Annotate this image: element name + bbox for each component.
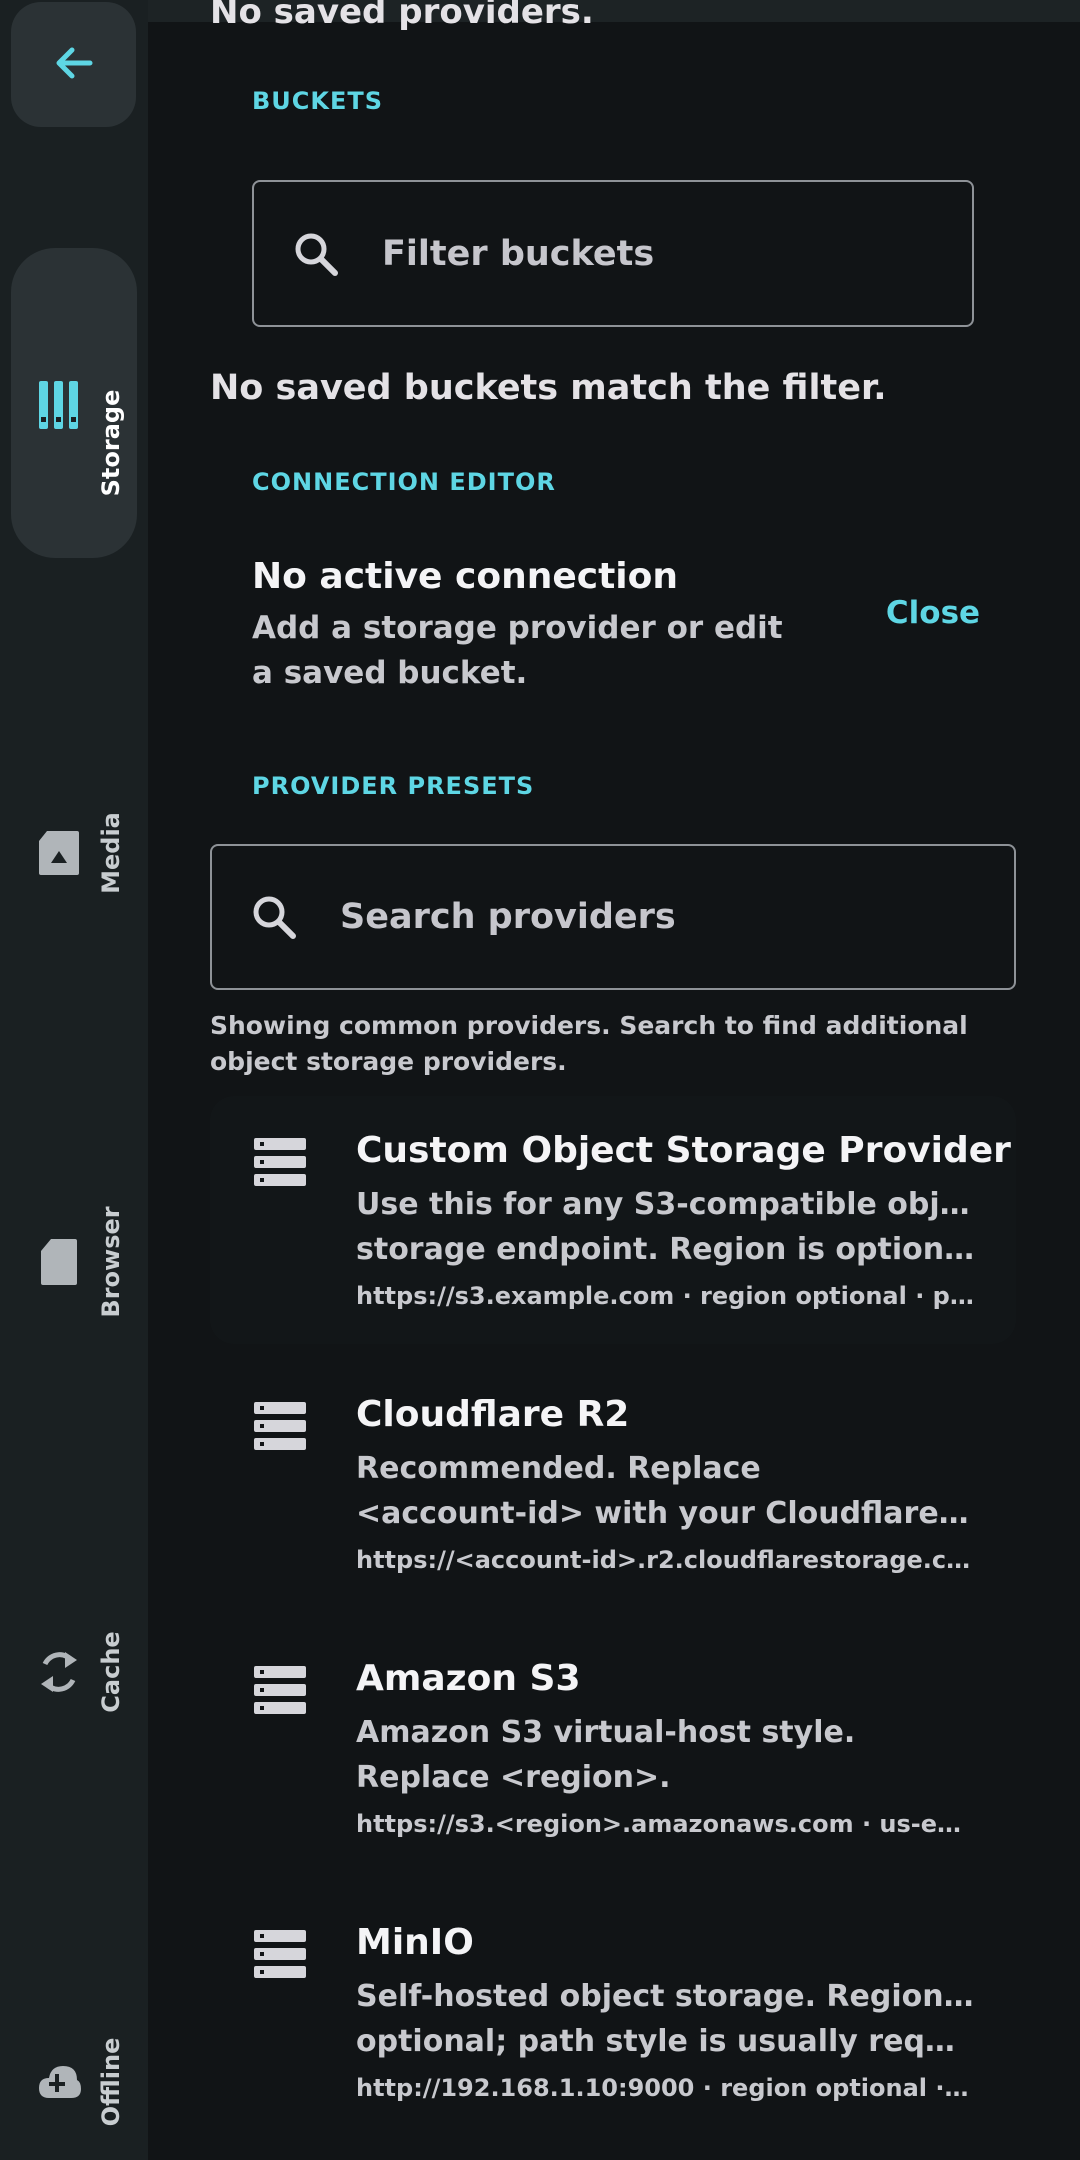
server-stack-icon: [252, 1928, 308, 1980]
search-providers-input[interactable]: [340, 897, 900, 937]
nav-item-media[interactable]: Media: [11, 697, 137, 1007]
search-icon: [246, 889, 302, 945]
nav-item-cache[interactable]: Cache: [11, 1516, 137, 1826]
storage-panel: No saved providers. BUCKETS No saved buc…: [148, 0, 1080, 2160]
nav-label-offline: Offline: [97, 2037, 125, 2127]
provider-item-minio[interactable]: MinIO Self-hosted object storage. Region…: [210, 1888, 1016, 2136]
provider-endpoint: https://s3.<region>.amazonaws.com · us-e…: [356, 1810, 976, 1838]
search-providers-field[interactable]: [210, 844, 1016, 990]
offline-cloud-icon: [29, 2052, 89, 2112]
provider-description-line: Replace <region>.: [356, 1760, 671, 1795]
provider-description: Recommended. Replace <account-id> with y…: [356, 1446, 976, 1536]
provider-item-cloudflare-r2[interactable]: Cloudflare R2 Recommended. Replace <acco…: [210, 1360, 1016, 1608]
connection-description: Add a storage provider or edit a saved b…: [252, 610, 783, 691]
provider-name: Custom Object Storage Provider: [356, 1130, 1011, 1171]
saved-providers-empty-text: No saved providers.: [210, 0, 594, 32]
provider-description-line: Recommended. Replace: [356, 1451, 761, 1486]
arrow-back-icon: [50, 39, 98, 91]
navigation-rail: Storage Media Browser Cache Offline: [0, 0, 148, 2160]
nav-label-browser: Browser: [97, 1206, 125, 1318]
server-stack-icon: [252, 1136, 308, 1188]
search-icon: [288, 226, 344, 282]
provider-presets-header: PROVIDER PRESETS: [252, 772, 535, 800]
provider-item-amazon-s3[interactable]: Amazon S3 Amazon S3 virtual-host style. …: [210, 1624, 1016, 1872]
nav-label-media: Media: [97, 812, 125, 894]
connection-title: No active connection: [252, 556, 678, 597]
provider-description: Self-hosted object storage. Region is op…: [356, 1974, 976, 2064]
sync-icon: [29, 1642, 89, 1702]
filter-buckets-field[interactable]: [252, 180, 974, 327]
filter-buckets-input[interactable]: [382, 233, 942, 274]
server-stack-icon: [252, 1400, 308, 1452]
nav-label-storage: Storage: [97, 389, 125, 497]
provider-endpoint: https://s3.example.com · region optional…: [356, 1282, 974, 1310]
buckets-header: BUCKETS: [252, 87, 384, 115]
storage-bars-icon: [29, 375, 89, 435]
provider-endpoint: http://192.168.1.10:9000 · region option…: [356, 2074, 976, 2102]
provider-description: Use this for any S3-compatible object st…: [356, 1182, 976, 1272]
provider-endpoint: https://<account-id>.r2.cloudflarestorag…: [356, 1546, 971, 1574]
nav-label-cache: Cache: [97, 1631, 125, 1713]
document-icon: [29, 1232, 89, 1292]
buckets-empty-text: No saved buckets match the filter.: [210, 368, 887, 408]
provider-description-line: optional; path style is usually requir…: [356, 2024, 976, 2059]
back-button[interactable]: [11, 2, 136, 127]
sd-card-icon: [29, 823, 89, 883]
provider-description-line: Amazon S3 virtual-host style.: [356, 1715, 856, 1750]
provider-description-line: storage endpoint. Region is optional…: [356, 1232, 976, 1267]
nav-item-offline[interactable]: Offline: [11, 1926, 137, 2160]
provider-description-line: Use this for any S3-compatible object: [356, 1187, 976, 1222]
providers-hint: Showing common providers. Search to find…: [210, 1011, 968, 1076]
connection-editor-header: CONNECTION EDITOR: [252, 468, 556, 496]
provider-description-line: Self-hosted object storage. Region is: [356, 1979, 976, 2014]
nav-item-browser[interactable]: Browser: [11, 1106, 137, 1416]
nav-item-storage[interactable]: Storage: [11, 248, 137, 558]
provider-name: MinIO: [356, 1922, 474, 1963]
provider-description-line: <account-id> with your Cloudflare a…: [356, 1496, 976, 1531]
provider-description: Amazon S3 virtual-host style. Replace <r…: [356, 1710, 976, 1800]
provider-name: Amazon S3: [356, 1658, 581, 1699]
provider-item-custom[interactable]: Custom Object Storage Provider Use this …: [210, 1096, 1016, 1344]
provider-name: Cloudflare R2: [356, 1394, 630, 1435]
close-button[interactable]: Close: [848, 595, 1018, 639]
server-stack-icon: [252, 1664, 308, 1716]
